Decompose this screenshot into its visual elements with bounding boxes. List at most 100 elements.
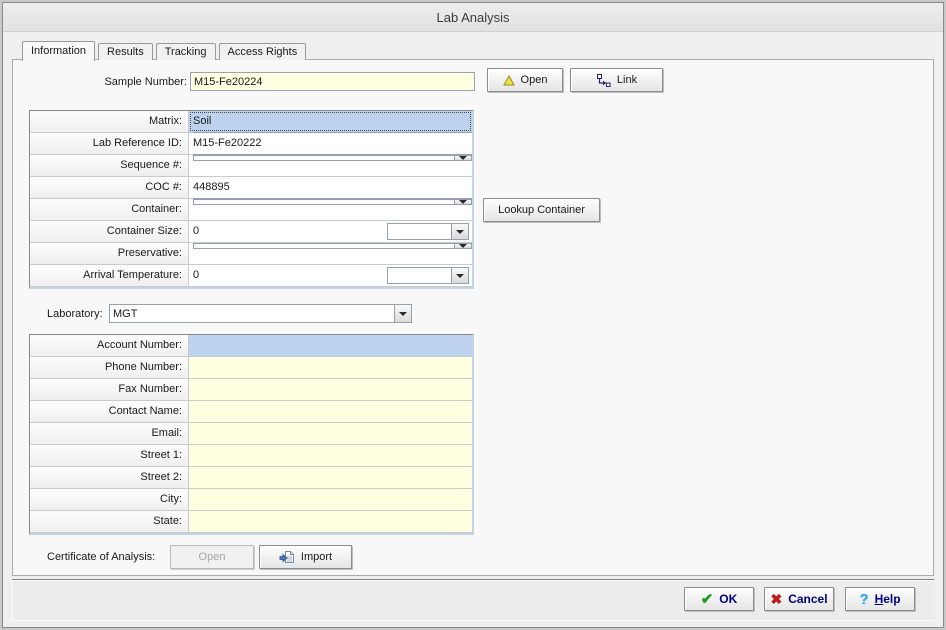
cancel-label: Cancel xyxy=(788,592,827,606)
sample-details-table: Matrix: Soil Lab Reference ID: M15-Fe202… xyxy=(29,110,474,289)
table-row: Fax Number: xyxy=(30,379,472,401)
row-label: Street 2: xyxy=(30,467,189,488)
row-label: Street 1: xyxy=(30,445,189,466)
help-button[interactable]: ? Help xyxy=(845,587,915,611)
window-title: Lab Analysis xyxy=(437,10,510,25)
row-dropdown[interactable] xyxy=(387,267,469,284)
tab[interactable]: Access Rights xyxy=(219,43,307,60)
table-row: Account Number: xyxy=(30,335,472,357)
chevron-down-icon[interactable] xyxy=(454,156,471,160)
row-value-text: Soil xyxy=(193,115,211,127)
row-label: Account Number: xyxy=(30,335,189,356)
row-value-cell[interactable]: 0 xyxy=(189,221,472,242)
certificate-open-button[interactable]: Open xyxy=(170,545,254,569)
row-value-cell[interactable] xyxy=(189,199,472,220)
row-label: City: xyxy=(30,489,189,510)
link-button[interactable]: Link xyxy=(570,68,663,92)
chevron-down-icon[interactable] xyxy=(454,200,471,204)
help-label: Help xyxy=(875,592,901,606)
row-label: Fax Number: xyxy=(30,379,189,400)
open-sample-button[interactable]: Open xyxy=(487,68,563,92)
lab-analysis-dialog: Lab Analysis InformationResultsTrackingA… xyxy=(0,0,946,630)
cancel-button[interactable]: ✖ Cancel xyxy=(764,587,834,611)
x-icon: ✖ xyxy=(770,592,782,606)
laboratory-label: Laboratory: xyxy=(47,308,103,320)
row-value-cell[interactable]: M15-Fe20222 xyxy=(189,133,472,154)
row-label: Matrix: xyxy=(30,111,189,132)
row-value-cell[interactable] xyxy=(189,379,472,400)
row-value-cell[interactable] xyxy=(189,401,472,422)
sample-number-input[interactable] xyxy=(190,72,475,91)
row-dropdown[interactable] xyxy=(387,223,469,240)
open-sample-label: Open xyxy=(521,74,548,86)
warning-triangle-icon xyxy=(503,75,515,86)
certificate-open-label: Open xyxy=(199,551,226,563)
row-value-text: M15-Fe20222 xyxy=(193,137,262,149)
row-value-text: 0 xyxy=(193,269,199,281)
row-dropdown[interactable] xyxy=(193,243,472,249)
row-value-cell[interactable]: 0 xyxy=(189,265,472,286)
row-label: Preservative: xyxy=(30,243,189,264)
tab[interactable]: Information xyxy=(22,41,95,61)
table-row: City: xyxy=(30,489,472,511)
chevron-down-icon[interactable] xyxy=(394,305,411,322)
row-label: Phone Number: xyxy=(30,357,189,378)
row-value-cell[interactable]: Soil xyxy=(189,111,472,132)
laboratory-dropdown[interactable]: MGT xyxy=(109,304,412,323)
certificate-label: Certificate of Analysis: xyxy=(47,551,155,563)
chevron-down-icon[interactable] xyxy=(451,268,468,283)
table-row: Sequence #: xyxy=(30,155,472,177)
table-row: Phone Number: xyxy=(30,357,472,379)
footer-panel: ✔ OK ✖ Cancel ? Help xyxy=(12,579,934,621)
table-row: Lab Reference ID: M15-Fe20222 xyxy=(30,133,472,155)
table-row: Contact Name: xyxy=(30,401,472,423)
table-row: State: xyxy=(30,511,472,533)
row-value-cell[interactable]: 448895 xyxy=(189,177,472,198)
row-value-cell[interactable] xyxy=(189,445,472,466)
tab[interactable]: Tracking xyxy=(156,43,216,60)
link-icon xyxy=(596,73,611,88)
row-value-cell[interactable] xyxy=(189,335,472,356)
table-row: Street 2: xyxy=(30,467,472,489)
row-label: Sequence #: xyxy=(30,155,189,176)
row-dropdown[interactable] xyxy=(193,155,472,161)
chevron-down-icon[interactable] xyxy=(451,224,468,239)
table-row: Street 1: xyxy=(30,445,472,467)
certificate-import-label: Import xyxy=(301,551,332,563)
row-label: Lab Reference ID: xyxy=(30,133,189,154)
table-row: Preservative: xyxy=(30,243,472,265)
title-bar: Lab Analysis xyxy=(3,3,943,32)
tab[interactable]: Results xyxy=(98,43,153,60)
row-value-cell[interactable] xyxy=(189,357,472,378)
row-label: Arrival Temperature: xyxy=(30,265,189,286)
table-row: Arrival Temperature: 0 xyxy=(30,265,472,287)
row-value-cell[interactable] xyxy=(189,511,472,532)
ok-button[interactable]: ✔ OK xyxy=(684,587,754,611)
row-label: Container: xyxy=(30,199,189,220)
row-value-text: 0 xyxy=(193,225,199,237)
table-row: Container: xyxy=(30,199,472,221)
row-value-cell[interactable] xyxy=(189,489,472,510)
check-icon: ✔ xyxy=(701,592,714,607)
lookup-container-button[interactable]: Lookup Container xyxy=(483,198,600,222)
row-dropdown[interactable] xyxy=(193,199,472,205)
row-label: Container Size: xyxy=(30,221,189,242)
sample-number-label: Sample Number: xyxy=(22,76,187,88)
laboratory-value: MGT xyxy=(110,308,394,320)
row-label: Contact Name: xyxy=(30,401,189,422)
row-label: Email: xyxy=(30,423,189,444)
chevron-down-icon[interactable] xyxy=(454,244,471,248)
table-row: Container Size: 0 xyxy=(30,221,472,243)
row-value-cell[interactable] xyxy=(189,243,472,264)
lookup-container-label: Lookup Container xyxy=(498,204,585,216)
import-icon xyxy=(279,549,295,565)
row-label: COC #: xyxy=(30,177,189,198)
link-label: Link xyxy=(617,74,637,86)
row-label: State: xyxy=(30,511,189,532)
certificate-import-button[interactable]: Import xyxy=(259,545,352,569)
row-value-cell[interactable] xyxy=(189,423,472,444)
table-row: COC #: 448895 xyxy=(30,177,472,199)
row-value-cell[interactable] xyxy=(189,467,472,488)
table-row: Email: xyxy=(30,423,472,445)
row-value-cell[interactable] xyxy=(189,155,472,176)
